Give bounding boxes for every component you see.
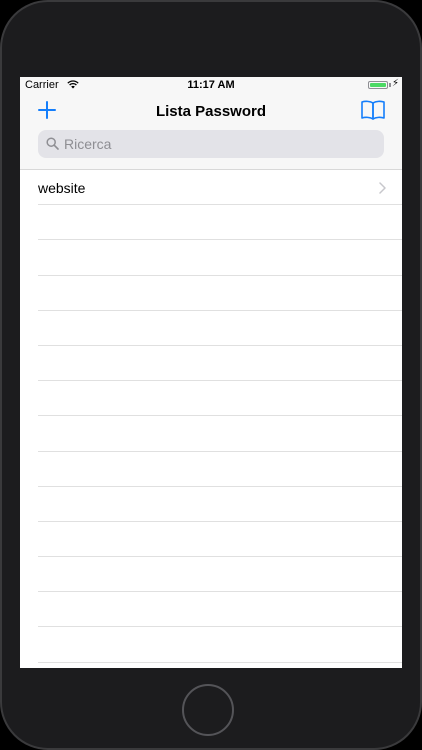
password-list: website bbox=[20, 170, 402, 663]
battery-tip bbox=[389, 83, 391, 87]
search-field[interactable] bbox=[38, 130, 384, 158]
page-title: Lista Password bbox=[155, 103, 267, 120]
navigation-bar: Lista Password bbox=[20, 93, 402, 170]
empty-table-row bbox=[38, 205, 402, 241]
empty-table-row bbox=[38, 592, 402, 628]
search-icon bbox=[46, 137, 59, 150]
empty-table-row bbox=[38, 346, 402, 382]
app-screen: Carrier 11:17 AM ⚡ Lista Password Ricerc… bbox=[20, 77, 402, 668]
table-row[interactable]: website bbox=[38, 170, 402, 206]
battery-level bbox=[370, 83, 386, 87]
empty-table-row bbox=[38, 276, 402, 311]
chevron-right-icon bbox=[379, 182, 386, 194]
clock: 11:17 AM bbox=[187, 79, 235, 91]
row-label: website bbox=[38, 180, 86, 196]
search-input[interactable] bbox=[64, 130, 374, 158]
status-bar: Carrier 11:17 AM ⚡ bbox=[20, 77, 402, 93]
empty-table-row bbox=[38, 311, 402, 346]
empty-table-row bbox=[38, 627, 402, 663]
empty-table-row bbox=[38, 381, 402, 417]
empty-table-row bbox=[38, 452, 402, 487]
charging-bolt-icon: ⚡ bbox=[391, 78, 399, 89]
battery-icon bbox=[368, 81, 388, 89]
home-button[interactable] bbox=[182, 684, 234, 736]
empty-table-row bbox=[38, 557, 402, 593]
empty-table-row bbox=[38, 416, 402, 452]
bookmarks-book-icon[interactable] bbox=[360, 99, 386, 121]
empty-table-row bbox=[38, 487, 402, 522]
empty-table-row bbox=[38, 240, 402, 276]
empty-table-row bbox=[38, 522, 402, 558]
